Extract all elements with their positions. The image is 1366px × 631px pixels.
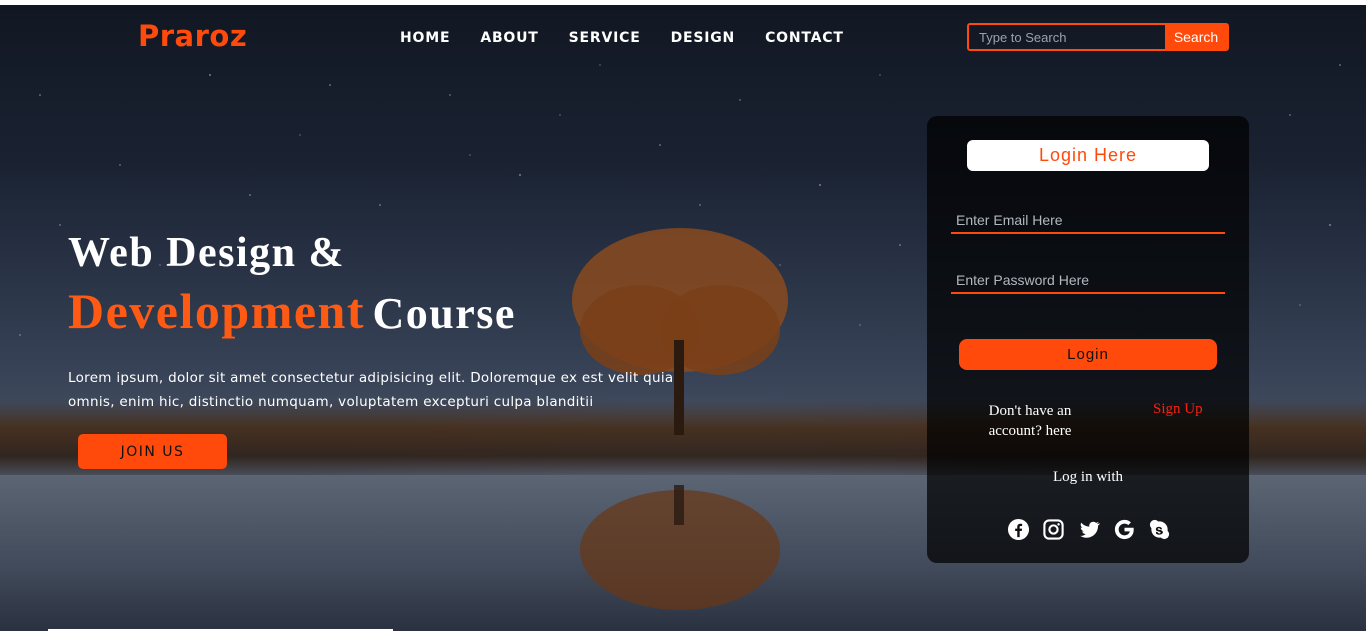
instagram-icon[interactable] bbox=[1042, 518, 1065, 541]
hero-title: Web Design & Development Course bbox=[68, 232, 516, 336]
password-field[interactable] bbox=[951, 268, 1225, 294]
search-bar: Search bbox=[967, 23, 1229, 51]
login-button[interactable]: Login bbox=[959, 339, 1217, 370]
nav-item-home[interactable]: HOME bbox=[400, 30, 450, 46]
nav-item-contact[interactable]: CONTACT bbox=[765, 30, 844, 46]
hero-title-line2: Development Course bbox=[68, 286, 516, 336]
social-login-icons bbox=[1007, 518, 1171, 541]
login-with-label: Log in with bbox=[1053, 469, 1123, 485]
facebook-icon[interactable] bbox=[1007, 518, 1030, 541]
hero-title-accent: Development bbox=[68, 283, 365, 339]
nav-item-design[interactable]: DESIGN bbox=[671, 30, 736, 46]
hero-title-line1: Web Design & bbox=[68, 230, 346, 276]
tree-illustration bbox=[572, 228, 788, 610]
nav-item-service[interactable]: SERVICE bbox=[569, 30, 641, 46]
signup-link[interactable]: Sign Up bbox=[1153, 401, 1203, 418]
no-account-text: Don't have an account? here bbox=[988, 403, 1072, 439]
search-button[interactable]: Search bbox=[1165, 25, 1227, 49]
email-field[interactable] bbox=[951, 208, 1225, 234]
search-input[interactable] bbox=[969, 25, 1165, 49]
twitter-icon[interactable] bbox=[1078, 518, 1101, 541]
hero-title-rest: Course bbox=[372, 289, 516, 338]
hero-description: Lorem ipsum, dolor sit amet consectetur … bbox=[68, 370, 674, 410]
nav-item-about[interactable]: ABOUT bbox=[480, 30, 538, 46]
skype-icon[interactable] bbox=[1148, 518, 1171, 541]
google-icon[interactable] bbox=[1113, 518, 1136, 541]
login-title: Login Here bbox=[967, 140, 1209, 171]
main-nav: HOME ABOUT SERVICE DESIGN CONTACT bbox=[400, 30, 844, 46]
brand-logo[interactable]: Praroz bbox=[138, 19, 247, 53]
login-card: Login Here Login Don't have an account? … bbox=[927, 116, 1249, 563]
join-us-button[interactable]: JOIN US bbox=[78, 434, 227, 469]
